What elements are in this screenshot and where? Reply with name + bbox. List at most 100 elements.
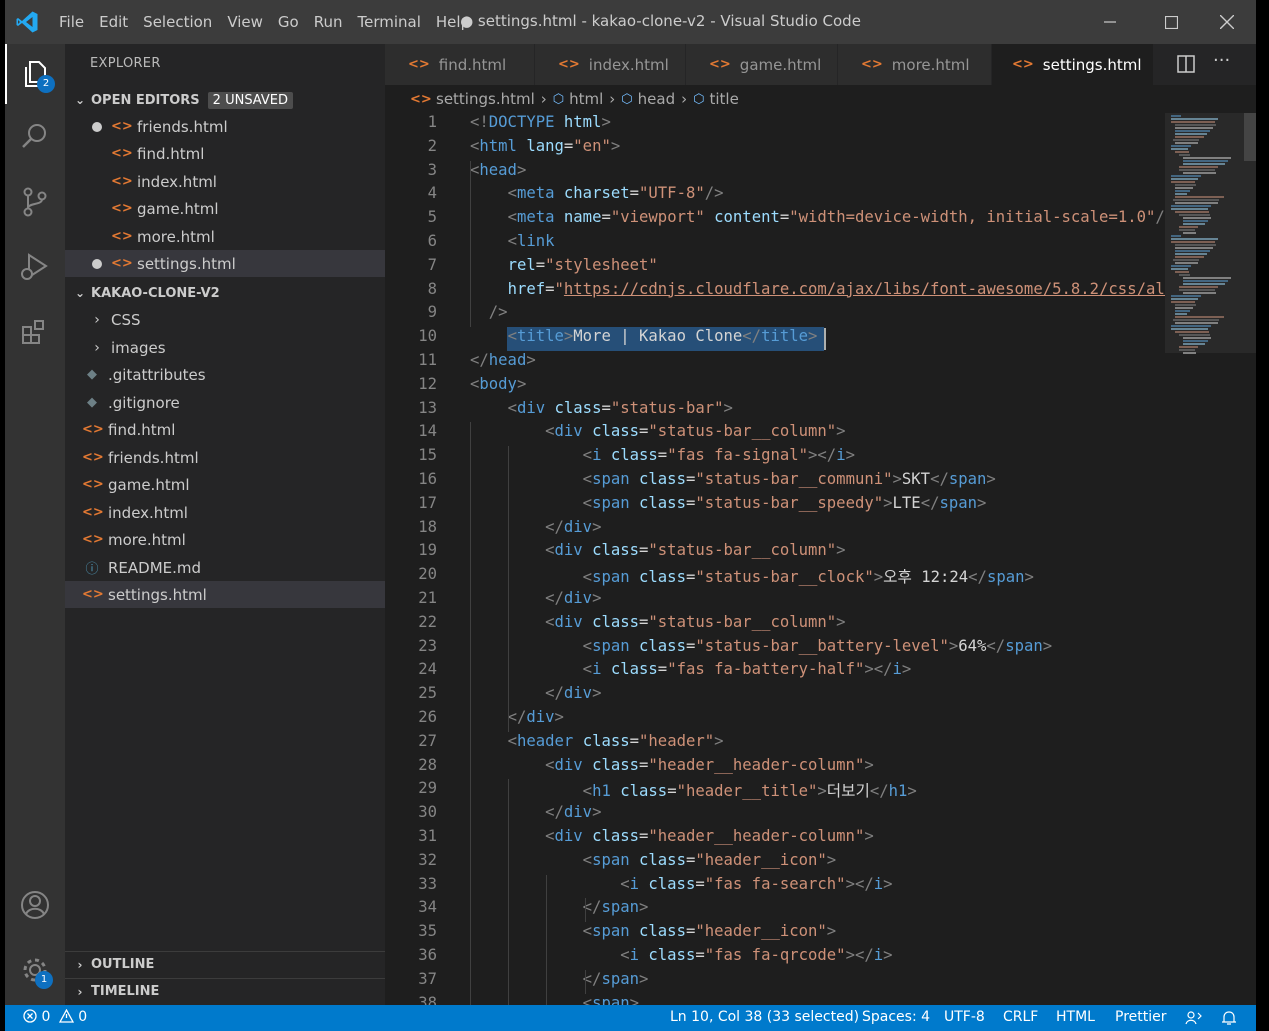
file-item-active[interactable]: <> settings.html xyxy=(65,581,385,608)
line-number: 25 xyxy=(418,684,437,703)
file-label: more.html xyxy=(108,530,186,549)
file-item[interactable]: <> friends.html xyxy=(65,444,385,471)
html-file-icon: <> xyxy=(82,532,104,547)
indent-guide xyxy=(584,969,586,994)
folder-item[interactable]: › CSS xyxy=(65,306,385,333)
code-line: <div class="header__header-column"> xyxy=(545,827,874,845)
file-label: game.html xyxy=(108,475,190,494)
file-item[interactable]: <> game.html xyxy=(65,471,385,498)
timeline-header[interactable]: › TIMELINE xyxy=(65,978,385,1004)
tab-more[interactable]: <> more.html xyxy=(838,44,992,85)
account-icon xyxy=(21,891,49,919)
html-file-icon: <> xyxy=(709,57,731,72)
maximize-button[interactable] xyxy=(1142,0,1200,44)
open-editors-label: OPEN EDITORS xyxy=(91,92,200,108)
breadcrumb-file[interactable]: settings.html xyxy=(436,90,535,108)
breadcrumb: <> settings.html › ⬡ html › ⬡ head › ⬡ t… xyxy=(385,85,1165,113)
end-of-line[interactable]: CRLF xyxy=(1003,1009,1038,1025)
breadcrumb-title[interactable]: title xyxy=(709,90,738,108)
tab-find[interactable]: <> find.html xyxy=(385,44,535,85)
text-cursor xyxy=(824,328,827,350)
line-number: 20 xyxy=(418,565,437,584)
language-mode[interactable]: HTML xyxy=(1056,1009,1095,1025)
html-file-icon: <> xyxy=(82,477,104,492)
open-editors-header[interactable]: ⌄ OPEN EDITORS 2 UNSAVED xyxy=(65,87,385,113)
chevron-right-icon: › xyxy=(77,984,83,999)
manage-activity[interactable]: 1 xyxy=(5,940,65,1000)
source-control-activity[interactable] xyxy=(5,172,65,232)
prettier-formatter[interactable]: Prettier xyxy=(1115,1009,1167,1025)
minimize-button[interactable] xyxy=(1081,0,1139,44)
split-editor-icon[interactable] xyxy=(1177,55,1195,73)
file-item[interactable]: <> find.html xyxy=(65,416,385,443)
indent-guide xyxy=(546,874,548,1005)
problems-indicator[interactable]: 0 0 xyxy=(23,1008,87,1025)
html-file-icon: <> xyxy=(111,256,133,271)
editor-scrollbar[interactable] xyxy=(1244,113,1256,161)
code-editor[interactable]: 1 <!DOCTYPE html> 2 <html lang="en"> 3 <head>… xyxy=(385,113,1165,1005)
indentation[interactable]: Spaces: 4 xyxy=(862,1009,930,1025)
line-number: 36 xyxy=(418,946,437,964)
more-actions-icon[interactable]: ··· xyxy=(1213,50,1230,71)
line-number: 37 xyxy=(418,969,437,988)
open-editor-item[interactable]: <> friends.html xyxy=(65,113,385,140)
error-icon xyxy=(23,1009,37,1023)
settings-badge: 1 xyxy=(35,971,53,989)
open-editor-label: find.html xyxy=(137,144,205,163)
line-number: 26 xyxy=(418,708,437,726)
open-editor-label: settings.html xyxy=(137,254,236,273)
breadcrumb-html[interactable]: html xyxy=(569,90,603,108)
timeline-label: TIMELINE xyxy=(91,984,160,999)
line-number: 15 xyxy=(418,446,437,465)
chevron-right-icon: › xyxy=(77,957,83,972)
line-number: 23 xyxy=(418,636,437,655)
extensions-activity[interactable] xyxy=(5,302,65,362)
chevron-right-icon: › xyxy=(540,90,547,108)
open-editor-item[interactable]: <> index.html xyxy=(65,168,385,195)
encoding[interactable]: UTF-8 xyxy=(944,1009,985,1025)
cursor-position[interactable]: Ln 10, Col 38 (33 selected) xyxy=(670,1009,859,1025)
line-number: 17 xyxy=(418,493,437,512)
accounts-activity[interactable] xyxy=(5,875,65,935)
open-editor-item[interactable]: <> game.html xyxy=(65,195,385,222)
breadcrumb-head[interactable]: head xyxy=(638,90,675,108)
folder-item[interactable]: › images xyxy=(65,334,385,361)
file-item[interactable]: ◆ .gitattributes xyxy=(65,361,385,388)
open-editor-item[interactable]: <> find.html xyxy=(65,140,385,167)
file-label: friends.html xyxy=(108,448,199,467)
code-line: <div class="status-bar"> xyxy=(507,398,733,417)
file-item[interactable]: <> index.html xyxy=(65,499,385,526)
close-window-button[interactable] xyxy=(1198,0,1256,44)
explorer-activity[interactable]: 2 xyxy=(5,44,65,104)
search-activity[interactable] xyxy=(5,106,65,166)
code-line: rel="stylesheet" xyxy=(507,255,658,274)
tab-index[interactable]: <> index.html xyxy=(535,44,686,85)
open-editor-item[interactable]: <> more.html xyxy=(65,223,385,250)
chevron-right-icon: › xyxy=(681,90,688,108)
file-item[interactable]: <> more.html xyxy=(65,526,385,553)
line-number: 13 xyxy=(418,398,437,417)
line-number: 9 xyxy=(427,303,437,322)
open-editor-label: game.html xyxy=(137,199,219,218)
line-number: 6 xyxy=(427,232,437,250)
file-item[interactable]: ⓘ README.md xyxy=(65,554,385,581)
project-folder-header[interactable]: ⌄ KAKAO-CLONE-V2 xyxy=(65,280,385,306)
tab-settings[interactable]: <> settings.html xyxy=(992,44,1154,85)
explorer-sidebar: EXPLORER ⌄ OPEN EDITORS 2 UNSAVED <> fri… xyxy=(65,44,385,1005)
line-number: 33 xyxy=(418,874,437,893)
feedback-icon[interactable] xyxy=(1185,1010,1203,1026)
chevron-right-icon: › xyxy=(609,90,616,108)
code-line: </div> xyxy=(545,684,602,703)
status-bar: 0 0 Ln 10, Col 38 (33 selected) Spaces: … xyxy=(5,1005,1256,1031)
html-file-icon: <> xyxy=(410,91,432,107)
run-debug-activity[interactable] xyxy=(5,237,65,297)
notifications-bell-icon[interactable] xyxy=(1221,1010,1237,1026)
unsaved-badge: 2 UNSAVED xyxy=(207,91,293,109)
tab-game[interactable]: <> game.html xyxy=(686,44,838,85)
outline-header[interactable]: › OUTLINE xyxy=(65,951,385,977)
open-editor-item-active[interactable]: <> settings.html xyxy=(65,250,385,277)
file-item[interactable]: ◆ .gitignore xyxy=(65,389,385,416)
code-line: <div class="status-bar__column"> xyxy=(545,541,846,560)
chevron-down-icon: ⌄ xyxy=(74,286,86,300)
minimap-slider[interactable] xyxy=(1165,113,1256,353)
